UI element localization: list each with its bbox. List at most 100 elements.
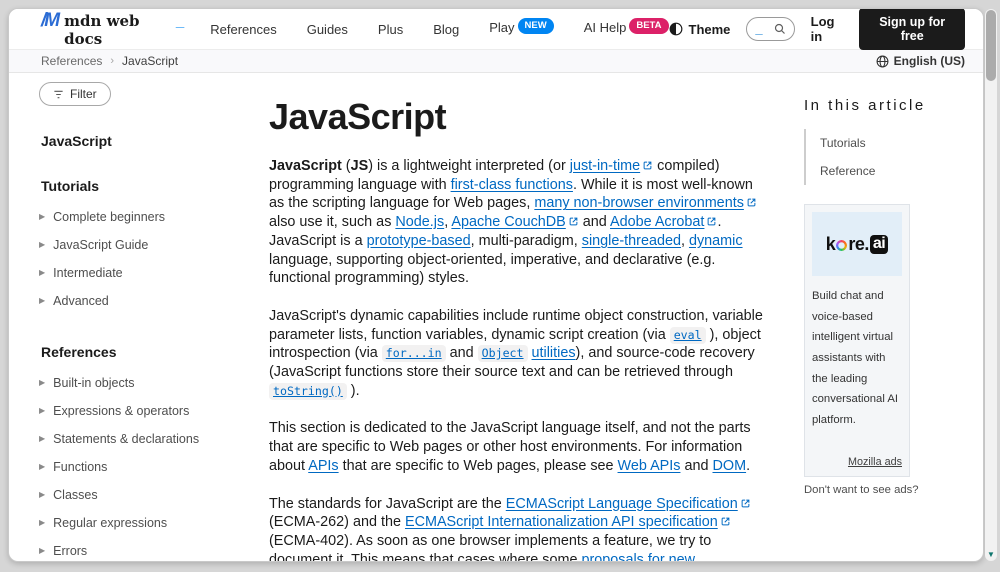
toc-item-tutorials[interactable]: Tutorials [806, 129, 983, 157]
chevron-right-icon: ▶ [39, 547, 45, 555]
sidebar-item-intermediate[interactable]: ▶Intermediate [39, 259, 261, 287]
chevron-right-icon: ▶ [39, 269, 45, 277]
inline-link[interactable]: DOM [712, 458, 746, 474]
theme-toggle[interactable]: Theme [669, 22, 731, 37]
sidebar-item-javascript-guide[interactable]: ▶JavaScript Guide [39, 231, 261, 259]
ad-card: kre.ai Build chat and voice-based intell… [804, 204, 910, 477]
ad-copy: Build chat and voice-based intelligent v… [812, 286, 902, 431]
nav-item-plus[interactable]: Plus [378, 22, 403, 37]
inline-link[interactable]: Web APIs [618, 458, 681, 474]
language-selector[interactable]: English (US) [876, 54, 965, 68]
mozilla-ads-link[interactable]: Mozilla ads [812, 456, 902, 468]
nav-item-ai-help[interactable]: AI HelpBETA [584, 20, 669, 38]
search-icon [774, 23, 786, 35]
plain-text: and [579, 214, 610, 230]
nav-item-blog[interactable]: Blog [433, 22, 459, 37]
inline-link[interactable]: Adobe Acrobat [610, 214, 704, 230]
external-link-icon [643, 161, 652, 170]
article-paragraph: The standards for JavaScript are the ECM… [269, 495, 768, 561]
inline-link[interactable]: ECMAScript Language Specification [506, 496, 738, 512]
sidebar-item-built-in-objects[interactable]: ▶Built-in objects [39, 369, 261, 397]
ad-optout-link[interactable]: Don't want to see ads? [804, 484, 983, 496]
mdn-logo[interactable]: /M mdn web docs _ [41, 10, 184, 48]
nav-links: References Guides Plus Blog PlayNEW AI H… [210, 20, 668, 38]
signup-button[interactable]: Sign up for free [859, 8, 965, 50]
chevron-right-icon: ▶ [39, 379, 45, 387]
inline-link[interactable]: many non-browser environments [534, 195, 744, 211]
plain-text: and [680, 458, 712, 474]
bold-text: JS [351, 158, 369, 174]
sidebar-item-regular-expressions[interactable]: ▶Regular expressions [39, 509, 261, 537]
page-title: JavaScript [269, 96, 768, 138]
inline-code-link[interactable]: for...in [382, 345, 446, 361]
chevron-right-icon: ▶ [39, 519, 45, 527]
filter-icon [53, 89, 64, 100]
toc-heading: In this article [804, 97, 983, 114]
inline-link[interactable]: utilities [532, 345, 576, 361]
article-paragraph: JavaScript's dynamic capabilities includ… [269, 307, 768, 401]
beta-badge: BETA [629, 18, 668, 34]
sidebar-item-functions[interactable]: ▶Functions [39, 453, 261, 481]
chevron-right-icon: ▶ [39, 241, 45, 249]
inline-link[interactable]: first-class functions [451, 177, 573, 193]
chevron-right-icon: ▶ [39, 491, 45, 499]
inline-link[interactable]: prototype-based [367, 233, 471, 249]
article-main: JavaScript JavaScript (JS) is a lightwei… [261, 73, 784, 561]
plain-text: . [746, 458, 750, 474]
plain-text: language, supporting object-oriented, im… [269, 252, 715, 287]
inline-link[interactable]: Node.js [395, 214, 444, 230]
plain-text: ) is a lightweight interpreted (or [368, 158, 570, 174]
login-link[interactable]: Log in [811, 14, 844, 44]
bold-text: JavaScript [269, 158, 342, 174]
ad-logo-link[interactable]: kre.ai [812, 212, 902, 276]
scrollbar-thumb[interactable] [986, 10, 996, 81]
sidebar-heading-references: References [41, 344, 261, 360]
external-link-icon [707, 217, 716, 226]
inline-code-link[interactable]: eval [670, 327, 706, 343]
scroll-down-arrow-icon[interactable]: ▼ [987, 551, 995, 559]
brand-name: mdn web docs [64, 12, 170, 48]
nav-item-references[interactable]: References [210, 22, 276, 37]
inline-link[interactable]: APIs [308, 458, 338, 474]
chevron-right-icon: ▶ [39, 407, 45, 415]
sidebar-item-advanced[interactable]: ▶Advanced [39, 287, 261, 315]
breadcrumb: References › JavaScript [41, 54, 178, 68]
breadcrumb-references[interactable]: References [41, 54, 102, 68]
browser-page: /M mdn web docs _ References Guides Plus… [8, 8, 984, 562]
chevron-right-icon: ▶ [39, 213, 45, 221]
external-link-icon [569, 217, 578, 226]
plain-text: ( [342, 158, 351, 174]
left-sidebar: Filter JavaScript Tutorials ▶Complete be… [9, 73, 261, 561]
inline-code-link[interactable]: Object [478, 345, 528, 361]
sidebar-item-classes[interactable]: ▶Classes [39, 481, 261, 509]
external-link-icon [741, 499, 750, 508]
inline-link[interactable]: single-threaded [582, 233, 681, 249]
breadcrumb-separator-icon: › [110, 55, 114, 67]
external-link-icon [721, 517, 730, 526]
top-navbar: /M mdn web docs _ References Guides Plus… [9, 9, 983, 49]
sidebar-item-statements-declarations[interactable]: ▶Statements & declarations [39, 425, 261, 453]
breadcrumb-javascript[interactable]: JavaScript [122, 54, 178, 68]
window-scrollbar: ▼ [985, 9, 997, 561]
sidebar-item-expressions-operators[interactable]: ▶Expressions & operators [39, 397, 261, 425]
search-input[interactable]: _ [746, 17, 794, 41]
nav-item-guides[interactable]: Guides [307, 22, 348, 37]
plain-text: ). [347, 383, 360, 399]
inline-link[interactable]: ECMAScript Internationalization API spec… [405, 514, 718, 530]
sidebar-heading-tutorials: Tutorials [41, 178, 261, 194]
inline-link[interactable]: dynamic [689, 233, 743, 249]
kore-ai-logo: kre.ai [826, 234, 888, 255]
inline-link[interactable]: Apache CouchDB [451, 214, 565, 230]
filter-button[interactable]: Filter [39, 82, 111, 106]
article-paragraph: JavaScript (JS) is a lightweight interpr… [269, 157, 768, 288]
inline-code-link[interactable]: toString() [269, 383, 347, 399]
sidebar-item-errors[interactable]: ▶Errors [39, 537, 261, 561]
toc-item-reference[interactable]: Reference [806, 157, 983, 185]
plain-text: The standards for JavaScript are the [269, 496, 506, 512]
sidebar-item-complete-beginners[interactable]: ▶Complete beginners [39, 203, 261, 231]
chevron-right-icon: ▶ [39, 297, 45, 305]
nav-item-play[interactable]: PlayNEW [489, 20, 553, 38]
plain-text: (ECMA-262) and the [269, 514, 405, 530]
new-badge: NEW [518, 18, 554, 34]
inline-link[interactable]: just-in-time [570, 158, 640, 174]
